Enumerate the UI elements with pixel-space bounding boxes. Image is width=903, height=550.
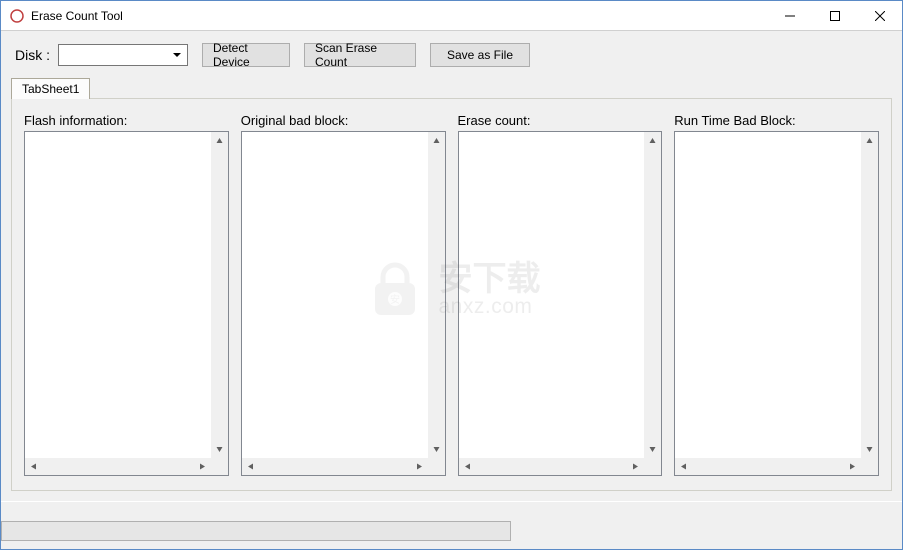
runtime-bad-block-label: Run Time Bad Block:	[674, 113, 879, 128]
scroll-up-icon	[644, 132, 661, 149]
flash-information-panel: Flash information:	[24, 113, 229, 476]
tab-area: TabSheet1 安 安下载 anxz.com	[1, 77, 902, 501]
horizontal-scrollbar[interactable]	[242, 458, 428, 475]
scroll-down-icon	[644, 441, 661, 458]
progress-bar	[1, 521, 511, 541]
runtime-bad-block-box[interactable]	[674, 131, 879, 476]
chevron-down-icon	[169, 46, 185, 64]
window-title: Erase Count Tool	[31, 9, 767, 23]
scroll-right-icon	[194, 458, 211, 475]
scroll-left-icon	[25, 458, 42, 475]
scroll-right-icon	[844, 458, 861, 475]
statusbar	[1, 501, 902, 549]
scroll-down-icon	[211, 441, 228, 458]
scroll-right-icon	[411, 458, 428, 475]
minimize-button[interactable]	[767, 1, 812, 30]
original-bad-block-content	[242, 132, 428, 458]
vertical-scrollbar[interactable]	[428, 132, 445, 458]
close-button[interactable]	[857, 1, 902, 30]
tab-tabsheet1[interactable]: TabSheet1	[11, 78, 90, 99]
runtime-bad-block-content	[675, 132, 861, 458]
save-as-file-button[interactable]: Save as File	[430, 43, 530, 67]
scroll-left-icon	[459, 458, 476, 475]
original-bad-block-label: Original bad block:	[241, 113, 446, 128]
vertical-scrollbar[interactable]	[644, 132, 661, 458]
horizontal-scrollbar[interactable]	[459, 458, 645, 475]
runtime-bad-block-panel: Run Time Bad Block:	[674, 113, 879, 476]
original-bad-block-panel: Original bad block:	[241, 113, 446, 476]
tab-header: TabSheet1	[11, 77, 892, 98]
vertical-scrollbar[interactable]	[861, 132, 878, 458]
app-icon	[9, 8, 25, 24]
scroll-left-icon	[675, 458, 692, 475]
disk-label: Disk :	[15, 47, 50, 63]
flash-information-content	[25, 132, 211, 458]
vertical-scrollbar[interactable]	[211, 132, 228, 458]
scroll-up-icon	[428, 132, 445, 149]
toolbar: Disk : Detect Device Scan Erase Count Sa…	[1, 31, 902, 77]
scroll-left-icon	[242, 458, 259, 475]
flash-information-box[interactable]	[24, 131, 229, 476]
detect-device-button[interactable]: Detect Device	[202, 43, 290, 67]
titlebar: Erase Count Tool	[1, 1, 902, 31]
scroll-right-icon	[627, 458, 644, 475]
tab-content: 安 安下载 anxz.com Flash information:	[11, 98, 892, 491]
erase-count-box[interactable]	[458, 131, 663, 476]
scroll-down-icon	[861, 441, 878, 458]
flash-information-label: Flash information:	[24, 113, 229, 128]
erase-count-content	[459, 132, 645, 458]
maximize-button[interactable]	[812, 1, 857, 30]
scroll-down-icon	[428, 441, 445, 458]
scroll-up-icon	[861, 132, 878, 149]
window-controls	[767, 1, 902, 30]
scan-erase-count-button[interactable]: Scan Erase Count	[304, 43, 416, 67]
erase-count-label: Erase count:	[458, 113, 663, 128]
scroll-up-icon	[211, 132, 228, 149]
erase-count-panel: Erase count:	[458, 113, 663, 476]
disk-combobox[interactable]	[58, 44, 188, 66]
original-bad-block-box[interactable]	[241, 131, 446, 476]
horizontal-scrollbar[interactable]	[25, 458, 211, 475]
horizontal-scrollbar[interactable]	[675, 458, 861, 475]
app-window: Erase Count Tool Disk : Detect Device Sc…	[0, 0, 903, 550]
